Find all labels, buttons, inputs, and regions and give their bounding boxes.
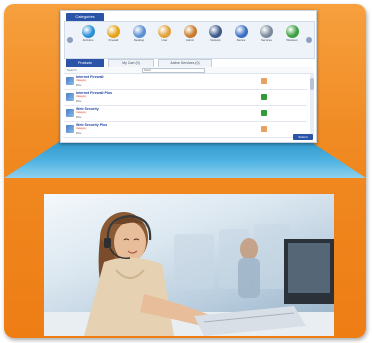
product-icon	[66, 93, 74, 101]
category-label: Windows	[286, 38, 298, 42]
category-item[interactable]: Windows	[281, 23, 303, 56]
cart-icon[interactable]	[261, 78, 267, 84]
category-label: Device	[236, 38, 246, 42]
product-meta: Price	[76, 100, 82, 103]
tab-active-services[interactable]: Active Services (0)	[158, 59, 212, 67]
category-item[interactable]: Admin	[179, 23, 201, 56]
category-item[interactable]: Desktop	[128, 23, 150, 56]
scroll-thumb[interactable]	[310, 78, 314, 90]
category-label: Admin	[186, 38, 194, 42]
category-item[interactable]: Services	[256, 23, 278, 56]
product-row[interactable]: Web Security Category Price	[64, 106, 307, 122]
filter-row: Search Select	[64, 67, 313, 74]
device-icon	[234, 25, 248, 38]
product-category: Category	[76, 79, 87, 82]
category-item[interactable]: Firewall	[103, 23, 125, 56]
product-meta: Price	[76, 84, 82, 87]
category-item[interactable]: Antivirus	[77, 23, 99, 56]
category-item[interactable]: Device	[230, 23, 252, 56]
photo-illustration	[44, 212, 334, 336]
product-tabs: Products My Cart (0) Active Services (0)	[64, 59, 313, 67]
product-icon	[66, 77, 74, 85]
shield-icon	[107, 25, 120, 38]
check-icon[interactable]	[261, 110, 267, 116]
product-list: Internet Firewall Category Price Interne…	[64, 74, 307, 138]
blue-trapezoid-connector	[4, 140, 366, 178]
product-category: Category	[76, 111, 87, 114]
category-label: Antivirus	[82, 38, 94, 42]
category-label: Network	[210, 38, 221, 42]
product-category: Category	[76, 95, 87, 98]
categories-tab[interactable]: Categories	[66, 13, 104, 21]
monitor-icon	[132, 25, 146, 38]
filter-select[interactable]: Select	[142, 68, 205, 73]
product-meta: Price	[76, 116, 82, 119]
category-item[interactable]: Network	[205, 23, 227, 56]
tab-my-cart[interactable]: My Cart (0)	[108, 59, 154, 67]
category-label: Desktop	[133, 38, 145, 42]
product-meta: Price	[76, 132, 82, 135]
scrollbar[interactable]	[310, 74, 314, 136]
category-label: User	[161, 38, 168, 42]
product-category: Category	[76, 127, 87, 130]
category-item[interactable]: User	[154, 23, 176, 56]
check-icon[interactable]	[261, 94, 267, 100]
product-row[interactable]: Internet Firewall Category Price	[64, 74, 307, 90]
store-screenshot: Categories Antivirus Firewall Desktop User A…	[60, 10, 317, 143]
globe-icon	[81, 25, 95, 38]
windows-icon	[285, 25, 299, 38]
next-arrow-icon[interactable]	[306, 37, 312, 43]
admin-icon	[183, 25, 197, 38]
services-icon	[260, 25, 273, 38]
filter-label: Search	[67, 68, 77, 72]
product-row[interactable]: Web Security Plus Category Price	[64, 122, 307, 138]
category-label: Firewall	[108, 38, 119, 42]
product-icon	[66, 125, 74, 133]
product-row[interactable]: Internet Firewall Plus Category Price	[64, 90, 307, 106]
cart-icon[interactable]	[261, 126, 267, 132]
categories-strip: Antivirus Firewall Desktop User Admin Network…	[64, 21, 315, 59]
network-icon	[209, 25, 222, 38]
user-icon	[158, 25, 171, 38]
product-icon	[66, 109, 74, 117]
prev-arrow-icon[interactable]	[67, 37, 73, 43]
submit-button[interactable]: Submit	[293, 134, 313, 140]
category-label: Services	[261, 38, 272, 42]
tab-products[interactable]: Products	[66, 59, 104, 67]
support-agent-photo	[44, 194, 334, 336]
